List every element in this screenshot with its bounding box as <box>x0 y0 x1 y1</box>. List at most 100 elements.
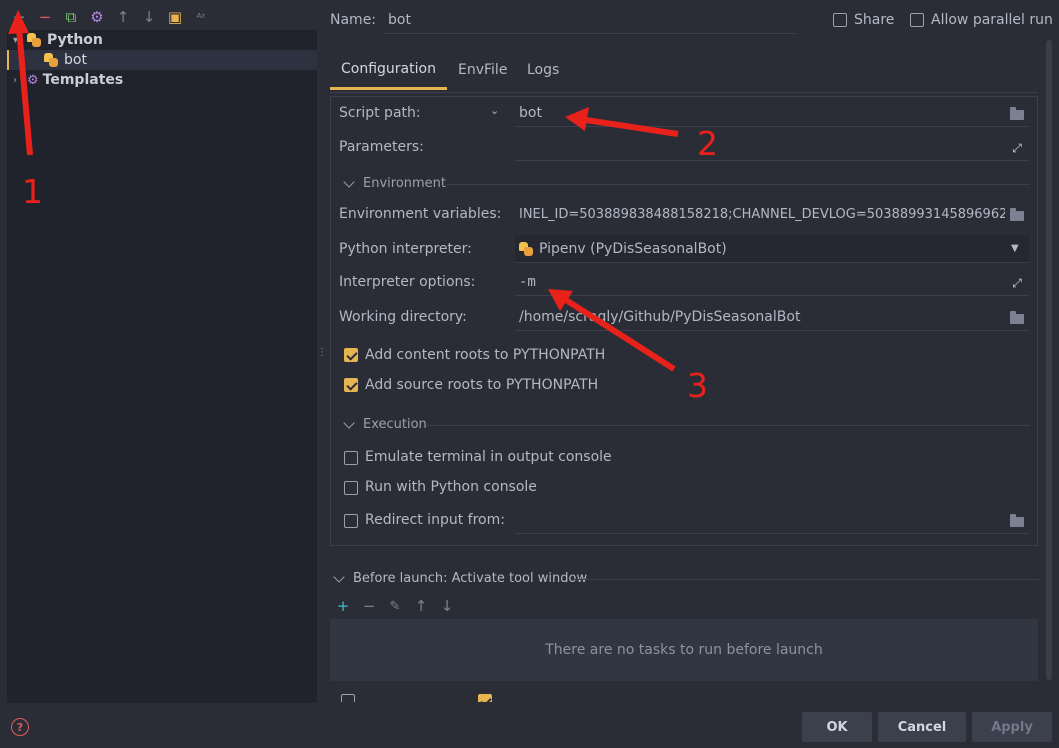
button-label: Cancel <box>897 719 947 735</box>
python-icon <box>44 53 58 67</box>
tab-divider <box>330 92 1038 93</box>
copy-icon[interactable]: ⧉ <box>62 8 80 26</box>
apply-button[interactable]: Apply <box>972 712 1052 742</box>
name-field[interactable]: bot <box>384 6 796 34</box>
interp-options-label: Interpreter options: <box>339 274 476 290</box>
help-icon[interactable]: ? <box>11 718 29 736</box>
add-source-roots-checkbox[interactable] <box>344 378 358 392</box>
tree-item-templates[interactable]: › ⚙ Templates <box>7 70 317 90</box>
tree-item-python[interactable]: ▾ Python <box>7 30 317 50</box>
redirect-input-field[interactable] <box>515 506 1029 534</box>
move-down-icon[interactable]: ↓ <box>140 8 158 26</box>
move-down-icon[interactable]: ↓ <box>438 597 456 615</box>
working-dir-field[interactable]: /home/scragly/Github/PyDisSeasonalBot <box>515 303 1029 331</box>
annotation-label-2: 2 <box>697 124 718 163</box>
tab-label: Logs <box>527 62 560 78</box>
move-up-icon[interactable]: ↑ <box>114 8 132 26</box>
splitter-handle[interactable]: ⋮ <box>317 347 327 363</box>
cancel-button[interactable]: Cancel <box>878 712 966 742</box>
chevron-down-icon <box>343 416 355 429</box>
button-label: OK <box>826 719 848 735</box>
tab-label: Configuration <box>341 60 436 77</box>
tree-item-label: bot <box>64 52 87 68</box>
add-icon[interactable]: + <box>10 8 28 26</box>
parameters-field[interactable] <box>515 133 1029 161</box>
ok-button[interactable]: OK <box>802 712 872 742</box>
script-path-label: Script path: <box>339 105 421 121</box>
chevron-down-icon <box>333 570 345 583</box>
interpreter-label: Python interpreter: <box>339 241 472 257</box>
emulate-terminal-checkbox[interactable] <box>344 451 358 465</box>
section-label: Environment <box>363 176 447 191</box>
name-label: Name: <box>330 12 377 28</box>
name-value: bot <box>388 11 411 28</box>
share-checkbox[interactable] <box>833 13 847 27</box>
interp-options-value: -m <box>519 273 536 290</box>
tab-logs[interactable]: Logs <box>516 50 570 90</box>
config-toolbar: + − ⧉ ⚙ ↑ ↓ ▣ ᴬᶻ <box>0 0 320 32</box>
edit-icon[interactable]: ✎ <box>386 597 404 615</box>
config-tree: ▾ Python bot › ⚙ Templates <box>7 30 317 703</box>
chevron-down-icon[interactable]: ⌄ <box>490 104 499 117</box>
folder-icon[interactable]: ▣ <box>166 8 184 26</box>
tab-label: EnvFile <box>458 62 508 78</box>
python-icon <box>519 241 533 256</box>
annotation-label-3: 3 <box>687 366 708 405</box>
interpreter-value: Pipenv (PyDisSeasonalBot) <box>539 240 727 257</box>
allow-parallel-checkbox[interactable] <box>910 13 924 27</box>
interp-options-field[interactable]: -m <box>515 268 1029 296</box>
help-glyph: ? <box>16 720 24 734</box>
tab-configuration[interactable]: Configuration <box>330 50 447 90</box>
folder-icon[interactable] <box>1010 208 1024 221</box>
settings-icon[interactable]: ⚙ <box>88 8 106 26</box>
section-divider <box>426 425 1030 426</box>
gear-icon: ⚙ <box>27 72 39 88</box>
chevron-right-icon[interactable]: › <box>13 75 21 86</box>
environment-section[interactable]: Environment <box>343 175 447 191</box>
chevron-down-icon <box>343 175 355 188</box>
scrollbar[interactable] <box>1046 40 1052 680</box>
chevron-down-icon[interactable]: ▾ <box>13 35 21 46</box>
empty-message: There are no tasks to run before launch <box>545 642 823 658</box>
selection-marker <box>7 50 9 70</box>
add-content-roots-label: Add content roots to PYTHONPATH <box>365 347 606 363</box>
before-launch-section[interactable]: Before launch: Activate tool window <box>333 570 588 586</box>
tab-envfile[interactable]: EnvFile <box>447 50 518 90</box>
add-source-roots-label: Add source roots to PYTHONPATH <box>365 377 599 393</box>
env-vars-field[interactable]: INEL_ID=503889838488158218;CHANNEL_DEVLO… <box>515 200 1005 228</box>
add-content-roots-checkbox[interactable] <box>344 348 358 362</box>
tree-item-bot[interactable]: bot <box>7 50 317 70</box>
remove-icon[interactable]: − <box>360 597 378 615</box>
expand-icon[interactable]: ⤢ <box>1010 141 1024 155</box>
show-page-label-cutoff <box>360 698 480 702</box>
move-up-icon[interactable]: ↑ <box>412 597 430 615</box>
working-dir-value: /home/scragly/Github/PyDisSeasonalBot <box>519 308 801 325</box>
tree-item-label: Templates <box>42 72 124 88</box>
script-path-value: bot <box>519 104 542 121</box>
emulate-terminal-label: Emulate terminal in output console <box>365 449 612 465</box>
annotation-label-1: 1 <box>22 172 43 211</box>
section-divider <box>573 579 1039 580</box>
expand-icon[interactable]: ⤢ <box>1010 276 1024 290</box>
execution-section[interactable]: Execution <box>343 416 427 432</box>
tree-item-label: Python <box>47 32 103 48</box>
share-label: Share <box>854 12 895 28</box>
add-icon[interactable]: + <box>334 597 352 615</box>
dropdown-arrow-icon[interactable]: ▼ <box>1011 243 1019 254</box>
remove-icon[interactable]: − <box>36 8 54 26</box>
allow-parallel-label: Allow parallel run <box>931 12 1053 28</box>
sort-icon[interactable]: ᴬᶻ <box>192 8 210 26</box>
run-with-console-label: Run with Python console <box>365 479 537 495</box>
interpreter-select[interactable]: Pipenv (PyDisSeasonalBot) <box>515 235 1029 263</box>
script-path-field[interactable]: bot <box>515 99 1029 127</box>
redirect-input-checkbox[interactable] <box>344 514 358 528</box>
folder-icon[interactable] <box>1010 311 1024 324</box>
python-icon <box>27 33 41 47</box>
section-label: Before launch: Activate tool window <box>353 571 588 586</box>
show-page-checkbox[interactable] <box>341 694 355 702</box>
folder-icon[interactable] <box>1010 107 1024 120</box>
activate-tool-window-checkbox[interactable] <box>478 694 492 702</box>
folder-icon[interactable] <box>1010 514 1024 527</box>
run-with-console-checkbox[interactable] <box>344 481 358 495</box>
section-divider <box>446 184 1030 185</box>
